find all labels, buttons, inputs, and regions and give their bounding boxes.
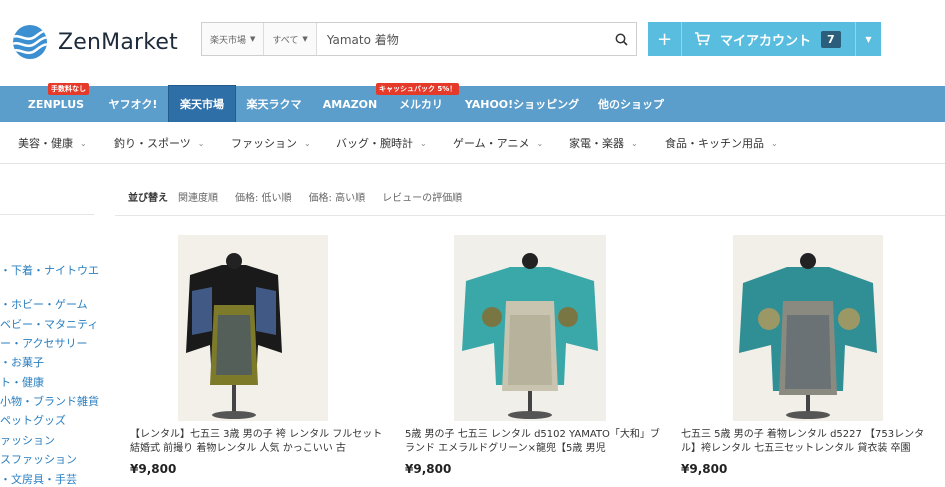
cart-icon	[695, 32, 710, 46]
product-price: ¥9,800	[130, 462, 177, 476]
sort-option-price-low[interactable]: 価格: 低い順	[235, 189, 292, 204]
chevron-down-icon: ⌄	[771, 138, 778, 148]
sort-option-price-high[interactable]: 価格: 高い順	[309, 189, 366, 204]
service-tab-rakuten[interactable]: 楽天市場	[168, 85, 236, 123]
sort-option-relevance[interactable]: 関連度順	[178, 189, 218, 204]
left-category-link[interactable]: ー・アクセサリー	[0, 335, 87, 351]
chevron-down-icon: ⌄	[631, 138, 638, 148]
category-label: 釣り・スポーツ	[114, 137, 191, 150]
search-input[interactable]	[316, 23, 606, 55]
product-title[interactable]: 【レンタル】七五三 3歳 男の子 袴 レンタル フルセット 結婚式 前撮り 着物…	[130, 428, 388, 456]
service-tab-other-shops[interactable]: 他のショップ	[588, 86, 674, 122]
category-fishing-sports[interactable]: 釣り・スポーツ ⌄	[114, 122, 204, 164]
search-icon	[615, 33, 628, 46]
left-category-list: ・下着・ナイトウエ ・ホビー・ゲーム ベビー・マタニティ ー・アクセサリー ・お…	[0, 0, 100, 487]
service-tab-rakuma[interactable]: 楽天ラクマ	[236, 86, 312, 122]
product-image[interactable]	[454, 235, 606, 421]
product-image[interactable]	[178, 235, 328, 421]
sort-option-review[interactable]: レビューの評価順	[382, 189, 462, 204]
service-tab-label: メルカリ	[399, 98, 443, 111]
category-label: 家電・楽器	[569, 137, 624, 150]
category-electronics-instruments[interactable]: 家電・楽器 ⌄	[569, 122, 638, 164]
category-label: ゲーム・アニメ	[453, 137, 530, 150]
category-food-kitchen[interactable]: 食品・キッチン用品 ⌄	[665, 122, 778, 164]
left-category-link[interactable]: ・ホビー・ゲーム	[0, 296, 88, 312]
site-header: ZenMarket 楽天市場 ▼ すべて ▼ + マイ	[0, 0, 945, 86]
store-select-value: 楽天市場	[210, 35, 247, 46]
account-dropdown-button[interactable]: ▼	[855, 22, 881, 56]
service-tab-label: YAHOO!ショッピング	[464, 98, 580, 111]
plus-icon: +	[656, 28, 673, 50]
my-account-label: マイアカウント	[720, 33, 812, 49]
service-tab-label: 他のショップ	[598, 98, 664, 111]
cart-count-badge: 7	[821, 30, 841, 48]
left-category-link[interactable]: ペットグッズ	[0, 412, 66, 428]
product-title[interactable]: 5歳 男の子 七五三 レンタル d5102 YAMATO「大和」ブランド エメラ…	[405, 428, 663, 456]
chevron-down-icon: ⌄	[197, 138, 205, 148]
product-title[interactable]: 七五三 5歳 男の子 着物レンタル d5227 【753レンタル】袴レンタル 七…	[681, 428, 939, 456]
kimono-image	[454, 235, 606, 421]
category-label: ファッション	[231, 137, 297, 150]
search-button[interactable]	[606, 23, 636, 55]
left-category-link[interactable]: ・文房具・手芸	[0, 471, 77, 487]
caret-down-icon: ▼	[250, 35, 256, 43]
category-fashion[interactable]: ファッション ⌄	[231, 122, 311, 164]
chevron-down-icon: ⌄	[304, 138, 311, 148]
my-account-button[interactable]: マイアカウント 7	[682, 22, 855, 56]
account-button-group: + マイアカウント 7 ▼	[648, 22, 881, 56]
left-category-link[interactable]: ァッション	[0, 432, 55, 448]
divider	[0, 214, 94, 215]
product-price: ¥9,800	[405, 462, 452, 476]
service-tab-yahoo-auction[interactable]: ヤフオク!	[98, 86, 168, 122]
left-category-link[interactable]: ・お菓子	[0, 354, 44, 370]
sort-bar: 並び替え 関連度順 価格: 低い順 価格: 高い順 レビューの評価順	[128, 186, 479, 206]
left-category-link[interactable]: ベビー・マタニティ	[0, 316, 98, 332]
service-tab-mercari[interactable]: キャッシュバック 5%！ メルカリ	[376, 83, 460, 122]
service-tab-yahoo-shopping[interactable]: YAHOO!ショッピング	[456, 86, 588, 122]
left-category-link[interactable]: 小物・ブランド雑貨	[0, 393, 99, 409]
category-games-anime[interactable]: ゲーム・アニメ ⌄	[453, 122, 543, 164]
add-button[interactable]: +	[648, 22, 682, 56]
search-bar: 楽天市場 ▼ すべて ▼	[201, 22, 637, 56]
service-nav: 手数料なし ZENPLUS ヤフオク! 楽天市場 楽天ラクマ AMAZON キャ…	[0, 83, 945, 123]
category-nav: 美容・健康 ⌄ 釣り・スポーツ ⌄ ファッション ⌄ バッグ・腕時計 ⌄ ゲーム・アニメ…	[0, 122, 945, 164]
category-label: 食品・キッチン用品	[665, 137, 764, 150]
chevron-down-icon: ⌄	[420, 138, 427, 148]
kimono-image	[178, 235, 290, 421]
caret-down-icon: ▼	[302, 35, 308, 43]
left-category-link[interactable]: スファッション	[0, 451, 77, 467]
caret-down-icon: ▼	[865, 34, 872, 44]
sort-label: 並び替え	[128, 192, 168, 204]
divider	[115, 215, 945, 216]
service-tab-label: ヤフオク!	[108, 98, 158, 111]
cashback-badge: キャッシュバック 5%！	[376, 83, 460, 95]
kimono-image	[733, 235, 883, 421]
category-select[interactable]: すべて ▼	[264, 23, 317, 55]
category-label: バッグ・腕時計	[336, 137, 413, 150]
product-price: ¥9,800	[681, 462, 728, 476]
service-tab-label: 楽天ラクマ	[246, 98, 302, 111]
service-tab-label: 楽天市場	[180, 98, 224, 111]
service-tab-label: AMAZON	[322, 97, 378, 111]
product-image[interactable]	[733, 235, 883, 421]
chevron-down-icon: ⌄	[536, 138, 544, 148]
left-category-link[interactable]: ト・健康	[0, 374, 44, 390]
category-select-value: すべて	[272, 35, 299, 46]
left-category-link[interactable]: ・下着・ナイトウエ	[0, 262, 99, 278]
store-select[interactable]: 楽天市場 ▼	[202, 23, 265, 55]
category-bags-watches[interactable]: バッグ・腕時計 ⌄	[336, 122, 427, 164]
